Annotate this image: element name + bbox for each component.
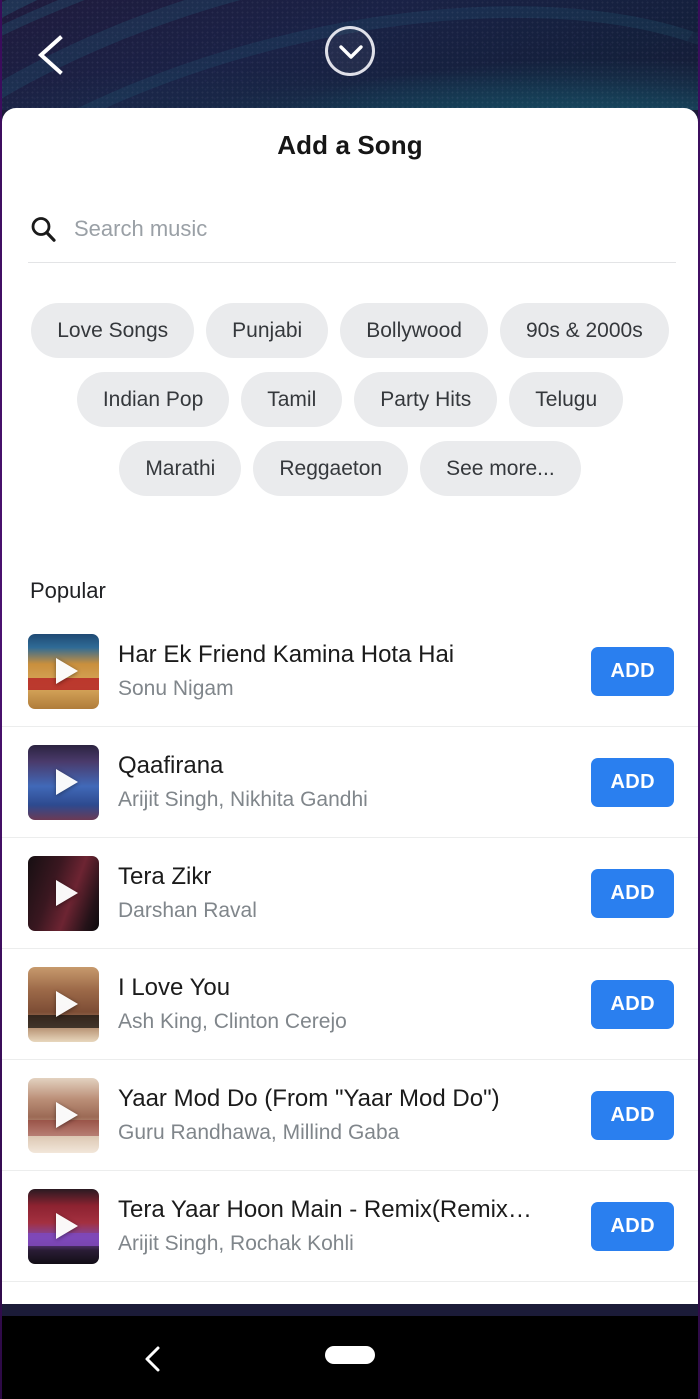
song-title: Tera Zikr: [118, 863, 212, 891]
page-title: Add a Song: [277, 130, 423, 160]
genre-chip-punjabi[interactable]: Punjabi: [206, 303, 329, 358]
add-song-sheet: Add a Song Love Songs Punjabi Bollywood …: [2, 108, 698, 1304]
genre-chip-group: Love Songs Punjabi Bollywood 90s & 2000s…: [30, 303, 670, 496]
table-row[interactable]: Qaafirana Arijit Singh, Nikhita Gandhi A…: [2, 727, 698, 838]
add-song-button[interactable]: ADD: [591, 1090, 674, 1140]
song-meta: Tera Yaar Hoon Main - Remix(Remix… Ariji…: [118, 1196, 591, 1256]
song-artist: Guru Randhawa, Millind Gaba: [118, 1120, 400, 1144]
popular-song-list: Har Ek Friend Kamina Hota Hai Sonu Nigam…: [2, 616, 698, 1282]
table-row[interactable]: Tera Yaar Hoon Main - Remix(Remix… Ariji…: [2, 1171, 698, 1282]
song-title: Qaafirana: [118, 752, 224, 780]
search-icon: [28, 214, 58, 244]
song-title: Yaar Mod Do (From "Yaar Mod Do"): [118, 1085, 500, 1113]
table-row[interactable]: I Love You Ash King, Clinton Cerejo ADD: [2, 949, 698, 1060]
play-icon: [55, 880, 78, 906]
genre-chip-love-songs[interactable]: Love Songs: [31, 303, 195, 358]
genre-chip-indian-pop[interactable]: Indian Pop: [76, 372, 230, 427]
album-art-thumbnail: [28, 855, 99, 931]
add-song-button[interactable]: ADD: [591, 757, 674, 807]
song-meta: Tera Zikr Darshan Raval: [118, 863, 591, 923]
play-icon: [55, 658, 78, 684]
album-art-thumbnail: [28, 1188, 99, 1264]
chevron-left-icon[interactable]: [33, 30, 67, 80]
play-icon: [55, 1213, 78, 1239]
song-title: Har Ek Friend Kamina Hota Hai: [118, 641, 455, 669]
song-title: I Love You: [118, 974, 231, 1002]
play-icon: [55, 1102, 78, 1128]
add-song-button[interactable]: ADD: [591, 1201, 674, 1251]
genre-chip-90s-2000s[interactable]: 90s & 2000s: [499, 303, 669, 358]
search-divider: [28, 262, 676, 263]
home-indicator[interactable]: [325, 1346, 375, 1364]
search-input[interactable]: [74, 216, 676, 242]
add-song-button[interactable]: ADD: [591, 646, 674, 696]
song-artist: Arijit Singh, Rochak Kohli: [118, 1231, 354, 1255]
album-art-thumbnail: [28, 966, 99, 1042]
song-artist: Sonu Nigam: [118, 676, 234, 700]
genre-chip-tamil[interactable]: Tamil: [241, 372, 343, 427]
play-icon: [55, 769, 78, 795]
song-artist: Darshan Raval: [118, 898, 257, 922]
section-heading-popular: Popular: [30, 578, 106, 603]
chevron-down-circle-icon[interactable]: [325, 26, 375, 76]
genre-chip-marathi[interactable]: Marathi: [119, 441, 242, 496]
album-art-thumbnail: [28, 1077, 99, 1153]
screen-edge-left: [0, 0, 2, 1399]
song-meta: Qaafirana Arijit Singh, Nikhita Gandhi: [118, 752, 591, 812]
album-art-thumbnail: [28, 633, 99, 709]
search-bar[interactable]: [28, 201, 676, 257]
album-art-thumbnail: [28, 744, 99, 820]
song-meta: I Love You Ash King, Clinton Cerejo: [118, 974, 591, 1034]
nav-back-icon[interactable]: [139, 1344, 165, 1374]
phone-screen: Add a Song Love Songs Punjabi Bollywood …: [0, 0, 700, 1399]
song-meta: Har Ek Friend Kamina Hota Hai Sonu Nigam: [118, 641, 591, 701]
song-meta: Yaar Mod Do (From "Yaar Mod Do") Guru Ra…: [118, 1085, 591, 1145]
add-song-button[interactable]: ADD: [591, 868, 674, 918]
song-artist: Arijit Singh, Nikhita Gandhi: [118, 787, 368, 811]
genre-chip-party-hits[interactable]: Party Hits: [354, 372, 498, 427]
song-title: Tera Yaar Hoon Main - Remix(Remix…: [118, 1196, 532, 1224]
song-artist: Ash King, Clinton Cerejo: [118, 1009, 347, 1033]
table-row[interactable]: Tera Zikr Darshan Raval ADD: [2, 838, 698, 949]
table-row[interactable]: Har Ek Friend Kamina Hota Hai Sonu Nigam…: [2, 616, 698, 727]
table-row[interactable]: Yaar Mod Do (From "Yaar Mod Do") Guru Ra…: [2, 1060, 698, 1171]
add-song-button[interactable]: ADD: [591, 979, 674, 1029]
genre-chip-see-more[interactable]: See more...: [420, 441, 581, 496]
genre-chip-bollywood[interactable]: Bollywood: [340, 303, 488, 358]
play-icon: [55, 991, 78, 1017]
genre-chip-reggaeton[interactable]: Reggaeton: [253, 441, 409, 496]
story-top-bar: [0, 0, 700, 110]
genre-chip-telugu[interactable]: Telugu: [509, 372, 624, 427]
